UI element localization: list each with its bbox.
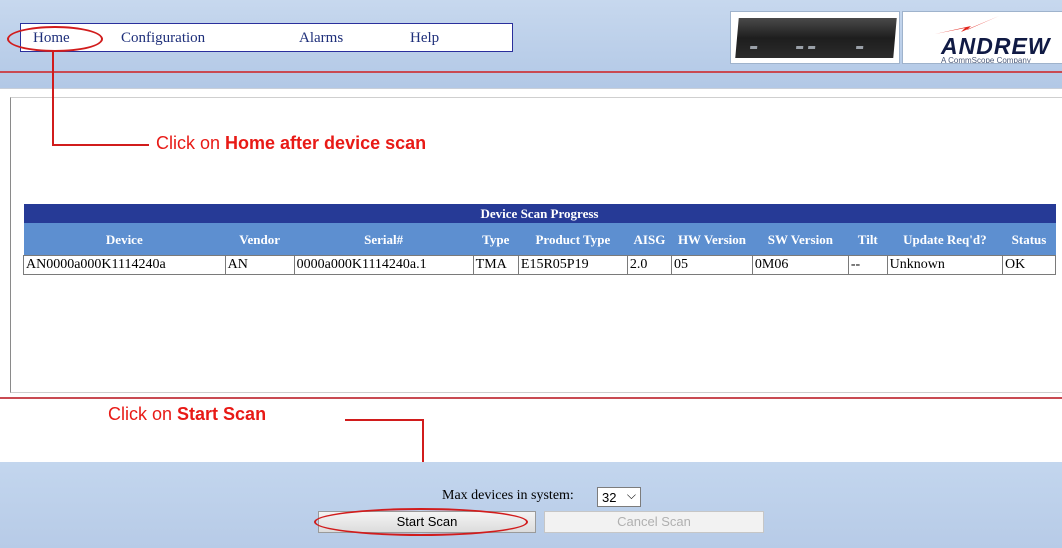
cell-status: OK — [1002, 255, 1056, 275]
max-devices-select[interactable]: 32 ⌵ — [597, 487, 641, 507]
footer-band — [0, 462, 1062, 548]
scan-callout-line-horizontal — [345, 419, 424, 421]
cell-update-reqd: Unknown — [886, 255, 1004, 275]
table-header-row: Device Vendor Serial# Type Product Type … — [23, 223, 1056, 256]
max-devices-label: Max devices in system: — [442, 488, 574, 503]
col-product-type: Product Type — [518, 223, 628, 256]
device-scan-table: Device Scan Progress Device Vendor Seria… — [23, 204, 1056, 275]
col-aisg: AISG — [627, 223, 672, 256]
start-scan-highlight-oval — [314, 508, 528, 536]
col-serial: Serial# — [294, 223, 474, 256]
col-sw-version: SW Version — [752, 223, 849, 256]
cell-serial: 0000a000K1114240a.1 — [293, 255, 474, 275]
cell-type: TMA — [472, 255, 519, 275]
table-row: AN0000a000K1114240a AN 0000a000K1114240a… — [23, 255, 1056, 275]
table-title: Device Scan Progress — [23, 204, 1056, 223]
col-hw-version: HW Version — [671, 223, 753, 256]
max-devices-value: 32 — [602, 490, 617, 505]
andrew-logo: ANDREW A CommScope Company — [902, 11, 1062, 64]
rack-unit-image — [735, 18, 897, 58]
nav-alarms[interactable]: Alarms — [299, 30, 343, 47]
col-device: Device — [23, 223, 226, 256]
cell-device: AN0000a000K1114240a — [23, 255, 226, 275]
col-type: Type — [473, 223, 519, 256]
cell-tilt: -- — [847, 255, 888, 275]
cancel-scan-button[interactable]: Cancel Scan — [544, 511, 764, 533]
cell-hw-version: 05 — [671, 255, 753, 275]
col-vendor: Vendor — [225, 223, 295, 256]
cell-product-type: E15R05P19 — [517, 255, 628, 275]
cell-sw-version: 0M06 — [751, 255, 849, 275]
nav-help[interactable]: Help — [410, 30, 439, 47]
col-tilt: Tilt — [848, 223, 888, 256]
nav-configuration[interactable]: Configuration — [121, 30, 205, 47]
logo-tagline: A CommScope Company — [941, 56, 1031, 64]
cell-vendor: AN — [224, 255, 295, 275]
header-divider — [0, 71, 1062, 73]
home-callout-line-vertical — [52, 52, 54, 146]
header-bottom-rule — [0, 88, 1062, 89]
home-annotation: Click on Home after device scan — [156, 133, 427, 153]
home-highlight-oval — [7, 26, 103, 52]
col-status: Status — [1002, 223, 1056, 256]
col-update-reqd: Update Req'd? — [887, 223, 1003, 256]
chevron-down-icon: ⌵ — [626, 488, 636, 502]
cell-aisg: 2.0 — [626, 255, 673, 275]
home-callout-line-horizontal — [52, 144, 149, 146]
content-divider — [0, 397, 1062, 399]
device-photo — [730, 11, 900, 64]
start-scan-annotation: Click on Start Scan — [108, 404, 267, 424]
